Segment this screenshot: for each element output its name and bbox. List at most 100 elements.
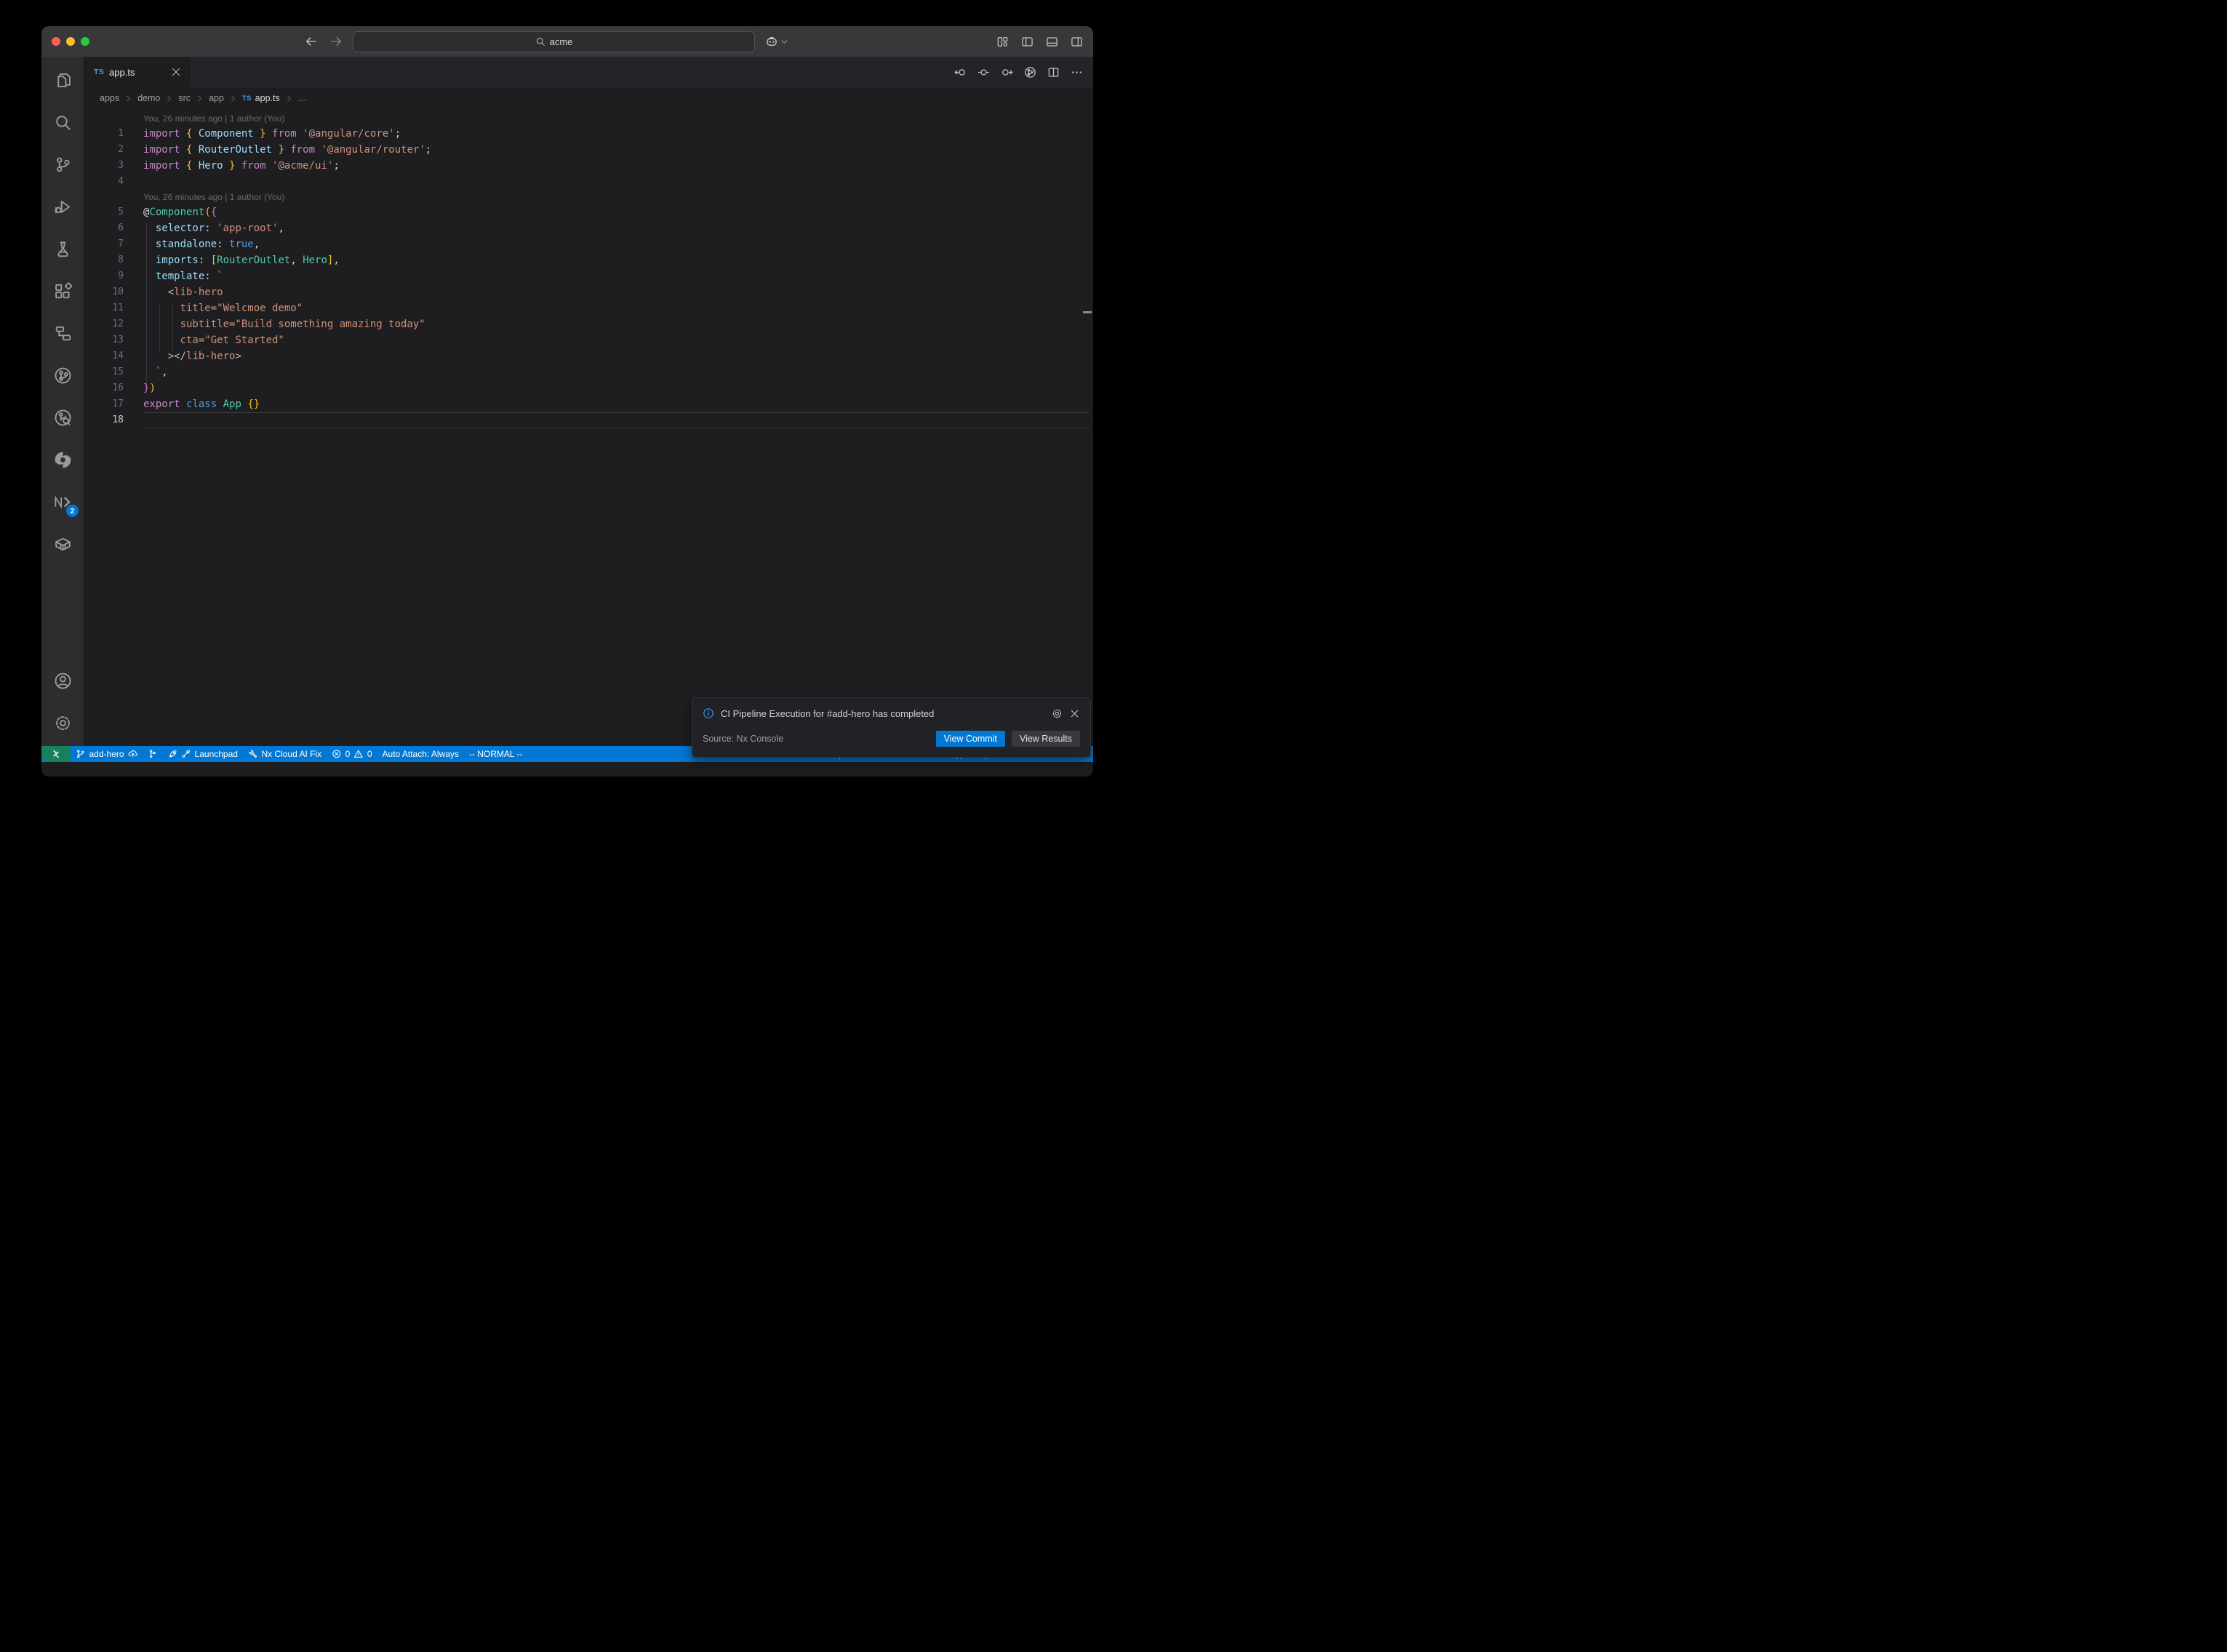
code-line-8: 8 imports: [RouterOutlet, Hero], <box>84 252 1093 268</box>
breadcrumb-item[interactable]: app <box>209 93 224 103</box>
beaker-icon <box>54 240 72 258</box>
notification-title: CI Pipeline Execution for #add-hero has … <box>721 708 1045 719</box>
tab-label: app.ts <box>109 67 135 78</box>
arrow-left-icon[interactable] <box>305 35 318 48</box>
git-branch-item[interactable]: add-hero <box>71 746 143 762</box>
activity-item-search[interactable] <box>45 103 80 142</box>
activity-item-run-and-debug[interactable] <box>45 188 80 226</box>
copilot-menu[interactable] <box>765 35 788 48</box>
plug-icon <box>181 749 191 759</box>
code-line-13: 13 cta="Get Started" <box>84 332 1093 348</box>
extensions-icon <box>54 282 72 300</box>
activity-item-project-structure[interactable] <box>45 314 80 353</box>
chevron-right-icon <box>229 95 237 103</box>
activity-item-source-control[interactable] <box>45 145 80 184</box>
code-line-17: 17export class App {} <box>84 396 1093 412</box>
info-icon <box>703 707 714 719</box>
search-icon <box>54 113 72 132</box>
changes-icon[interactable] <box>977 66 990 79</box>
activity-item-nx-console[interactable]: 2 <box>45 483 80 521</box>
activity-item-extensions[interactable] <box>45 272 80 310</box>
split-editor-icon[interactable] <box>1047 66 1060 79</box>
container-icon <box>54 535 72 553</box>
warning-icon <box>353 749 364 759</box>
code-line-3: 3import { Hero } from '@acme/ui'; <box>84 158 1093 174</box>
problems-item[interactable]: 00 <box>327 746 377 762</box>
line-number: 1 <box>84 126 124 142</box>
notification-close-icon[interactable] <box>1069 708 1080 719</box>
code-line-6: 6 selector: 'app-root', <box>84 220 1093 236</box>
activity-item-edge-tools[interactable] <box>45 441 80 479</box>
gitlens-icon <box>54 366 72 385</box>
copilot-icon <box>765 35 778 48</box>
launchpad-item[interactable]: Launchpad <box>163 746 243 762</box>
line-number: 13 <box>84 332 124 348</box>
line-number: 6 <box>84 220 124 236</box>
activity-item-settings[interactable] <box>45 704 80 742</box>
activity-item-gitlens-inspect[interactable] <box>45 398 80 437</box>
breadcrumb-item[interactable]: … <box>298 93 308 103</box>
indent-guide <box>159 303 160 351</box>
vim-mode-item[interactable]: -- NORMAL -- <box>464 746 528 762</box>
typescript-file-icon: TS <box>94 68 104 76</box>
primary-sidebar-icon[interactable] <box>1021 36 1033 48</box>
indent-guide <box>146 223 147 383</box>
activity-item-accounts[interactable] <box>45 662 80 700</box>
activity-item-containers[interactable] <box>45 525 80 564</box>
vscode-window: acme 2 TS app.ts appsdemosrcappTSapp.ts…… <box>41 26 1093 777</box>
tab-bar: TS app.ts <box>84 57 1093 87</box>
activity-item-explorer[interactable] <box>45 61 80 100</box>
notification-settings-icon[interactable] <box>1052 708 1063 719</box>
secondary-sidebar-icon[interactable] <box>1071 36 1083 48</box>
breadcrumb-item[interactable]: src <box>178 93 191 103</box>
layout-controls <box>996 36 1083 48</box>
arrow-right-icon[interactable] <box>329 35 343 48</box>
cloud-upload-icon <box>128 749 138 759</box>
code-editor[interactable]: You, 26 minutes ago | 1 author (You)1imp… <box>84 109 1093 746</box>
line-number: 9 <box>84 268 124 284</box>
chevron-right-icon <box>124 95 132 103</box>
code-line-11: 11 title="Welcmoe demo" <box>84 300 1093 316</box>
command-center-search[interactable]: acme <box>353 31 755 52</box>
activity-bar: 2 <box>41 57 84 746</box>
search-value: acme <box>550 36 573 47</box>
chevron-right-icon <box>285 95 293 103</box>
minimize-window-button[interactable] <box>66 37 75 46</box>
prev-change-icon[interactable] <box>954 66 967 79</box>
nx-cloud-ai-fix-item[interactable]: Nx Cloud AI Fix <box>243 746 327 762</box>
git-graph-item[interactable] <box>143 746 163 762</box>
code-line-15: 15 `, <box>84 364 1093 380</box>
line-number: 12 <box>84 316 124 332</box>
source-control-icon <box>54 156 72 174</box>
close-window-button[interactable] <box>52 37 60 46</box>
view-commit-button[interactable]: View Commit <box>936 731 1005 747</box>
history-nav <box>305 35 343 48</box>
tab-app-ts[interactable]: TS app.ts <box>84 57 190 87</box>
zoom-window-button[interactable] <box>81 37 89 46</box>
next-change-icon[interactable] <box>1001 66 1013 79</box>
gitlens-graph-icon[interactable] <box>1024 66 1036 79</box>
remote-indicator[interactable] <box>41 746 71 762</box>
activity-item-gitlens[interactable] <box>45 356 80 395</box>
close-tab-icon[interactable] <box>170 66 182 78</box>
rocket-icon <box>168 749 178 759</box>
more-actions-icon[interactable] <box>1071 66 1083 79</box>
activity-item-testing[interactable] <box>45 230 80 268</box>
error-icon <box>332 749 342 759</box>
line-number: 16 <box>84 380 124 396</box>
line-number: 7 <box>84 236 124 252</box>
editor-group: TS app.ts appsdemosrcappTSapp.ts… You, 2… <box>84 57 1093 746</box>
breadcrumb-item[interactable]: TSapp.ts <box>242 93 280 103</box>
view-results-button[interactable]: View Results <box>1012 731 1080 747</box>
badge: 2 <box>66 505 79 517</box>
breadcrumb-item[interactable]: apps <box>100 93 119 103</box>
auto-attach-item[interactable]: Auto Attach: Always <box>377 746 464 762</box>
remote-icon <box>51 749 61 759</box>
account-icon <box>54 672 72 690</box>
line-number: 8 <box>84 252 124 268</box>
gitlens-inspect-icon <box>54 409 72 427</box>
customize-layout-icon[interactable] <box>996 36 1009 48</box>
breadcrumb-item[interactable]: demo <box>137 93 160 103</box>
panel-icon[interactable] <box>1046 36 1058 48</box>
chevron-down-icon <box>780 38 788 46</box>
